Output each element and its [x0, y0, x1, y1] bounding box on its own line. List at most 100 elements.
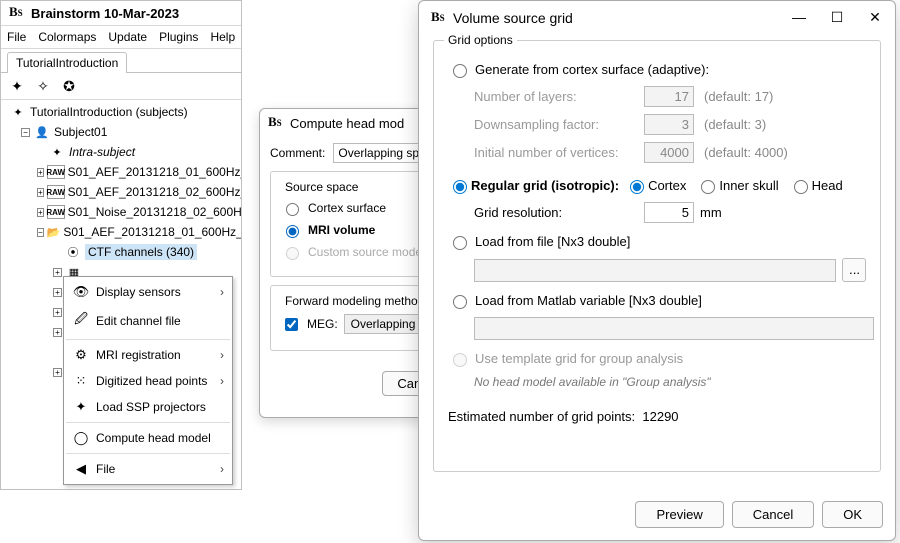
collapse-icon[interactable]: − — [37, 228, 44, 237]
radio-mri-volume[interactable]: MRI volume — [281, 222, 437, 238]
brainstorm-logo-icon: BS — [431, 10, 447, 26]
tree-intra-subject[interactable]: ✦ Intra-subject — [7, 142, 241, 162]
vsg-titlebar: BS Volume source grid — ☐ ✕ — [419, 1, 895, 30]
tree-dataset[interactable]: + RAW S01_AEF_20131218_01_600Hz_n — [7, 162, 241, 182]
radio-use-template[interactable]: Use template grid for group analysis — [448, 350, 866, 367]
radio-cortex-surface[interactable]: Cortex surface — [281, 200, 437, 216]
folder-open-icon: 📂 — [47, 225, 61, 239]
brainstorm-logo-icon: BS — [9, 5, 25, 21]
tree-subject[interactable]: − 👤 Subject01 — [7, 122, 241, 142]
template-note: No head model available in "Group analys… — [474, 375, 866, 389]
file-path-input[interactable] — [474, 259, 836, 282]
matlab-var-input[interactable] — [474, 317, 874, 340]
brainstorm-logo-icon: BS — [268, 115, 284, 131]
initvert-label: Initial number of vertices: — [474, 145, 644, 160]
tree-root[interactable]: ✦ TutorialIntroduction (subjects) — [7, 102, 241, 122]
toolbar-sort-icon[interactable]: ✦ — [7, 77, 27, 95]
tree-dataset-open[interactable]: − 📂 S01_AEF_20131218_01_600Hz_n — [7, 222, 241, 242]
subject-icon: 👤 — [33, 125, 51, 139]
radio-regular-grid[interactable]: Regular grid (isotropic): — [448, 177, 619, 194]
tree-dataset[interactable]: + RAW S01_Noise_20131218_02_600Hz — [7, 202, 241, 222]
radio-tissue-inner[interactable]: Inner skull — [696, 177, 778, 194]
ctx-edit-channel[interactable]: 🖉 Edit channel file — [66, 305, 230, 337]
ctx-digitized-points[interactable]: ⁙ Digitized head points › — [66, 368, 230, 394]
ds-label: Downsampling factor: — [474, 117, 644, 132]
edit-icon: 🖉 — [72, 310, 90, 332]
close-icon[interactable]: ✕ — [865, 9, 885, 26]
initvert-default: (default: 4000) — [704, 145, 788, 160]
protocol-icon: ✦ — [9, 105, 27, 119]
main-titlebar: BS Brainstorm 10-Mar-2023 — [1, 1, 241, 26]
ctx-file[interactable]: ◀ File › — [66, 456, 230, 482]
gear-icon: ⚙ — [72, 347, 90, 363]
tab-protocol[interactable]: TutorialIntroduction — [7, 52, 127, 73]
expand-icon[interactable]: + — [53, 368, 62, 377]
ds-default: (default: 3) — [704, 117, 766, 132]
menu-file[interactable]: File — [7, 30, 26, 44]
toolbar: ✦ ✧ ✪ — [1, 73, 241, 100]
tree-channels[interactable]: ⦿ CTF channels (340) — [7, 242, 241, 262]
eye-icon: 👁 — [72, 284, 90, 300]
layers-default: (default: 17) — [704, 89, 773, 104]
raw-icon: RAW — [47, 185, 65, 199]
channels-icon: ⦿ — [64, 245, 82, 259]
initvert-input[interactable] — [644, 142, 694, 163]
file-arrow-icon: ◀ — [72, 461, 90, 477]
radio-tissue-head[interactable]: Head — [789, 177, 843, 194]
comment-label: Comment: — [270, 146, 325, 160]
expand-icon[interactable]: + — [53, 328, 62, 337]
radio-load-file[interactable]: Load from file [Nx3 double] — [448, 233, 866, 250]
ds-input[interactable] — [644, 114, 694, 135]
radio-load-matlab[interactable]: Load from Matlab variable [Nx3 double] — [448, 292, 866, 309]
separator — [66, 422, 230, 423]
maximize-icon[interactable]: ☐ — [827, 9, 847, 26]
submenu-arrow-icon: › — [220, 462, 224, 476]
expand-icon[interactable]: + — [53, 268, 62, 277]
cancel-button[interactable]: Cancel — [732, 501, 814, 528]
collapse-icon[interactable]: − — [21, 128, 30, 137]
menu-colormaps[interactable]: Colormaps — [38, 30, 96, 44]
ctx-display-sensors[interactable]: 👁 Display sensors › — [66, 279, 230, 305]
ssp-icon: ✦ — [72, 399, 90, 415]
expand-icon[interactable]: + — [53, 288, 62, 297]
radio-tissue-cortex[interactable]: Cortex — [625, 177, 686, 194]
ctx-mri-registration[interactable]: ⚙ MRI registration › — [66, 342, 230, 368]
ctx-compute-head-model[interactable]: ◯ Compute head model — [66, 425, 230, 451]
expand-icon[interactable]: + — [53, 308, 62, 317]
ok-button[interactable]: OK — [822, 501, 883, 528]
separator — [66, 453, 230, 454]
expand-icon[interactable]: + — [37, 168, 44, 177]
head-icon: ◯ — [72, 430, 90, 446]
submenu-arrow-icon: › — [220, 348, 224, 362]
main-menubar: File Colormaps Update Plugins Help — [1, 26, 241, 49]
tree-dataset[interactable]: + RAW S01_AEF_20131218_02_600Hz_n — [7, 182, 241, 202]
volume-source-grid-dialog: BS Volume source grid — ☐ ✕ Grid options… — [418, 0, 896, 541]
menu-help[interactable]: Help — [210, 30, 235, 44]
submenu-arrow-icon: › — [220, 285, 224, 299]
resolution-label: Grid resolution: — [474, 205, 644, 220]
expand-icon[interactable]: + — [37, 208, 44, 217]
ctx-load-ssp[interactable]: ✦ Load SSP projectors — [66, 394, 230, 420]
row-regular-grid: Regular grid (isotropic): Cortex Inner s… — [448, 177, 866, 194]
estimated-row: Estimated number of grid points: 12290 — [448, 409, 866, 424]
layers-label: Number of layers: — [474, 89, 644, 104]
toolbar-search-icon[interactable]: ✪ — [59, 77, 79, 95]
minimize-icon[interactable]: — — [789, 9, 809, 26]
menu-plugins[interactable]: Plugins — [159, 30, 198, 44]
channels-context-menu: 👁 Display sensors › 🖉 Edit channel file … — [63, 276, 233, 485]
browse-file-button[interactable]: ... — [842, 258, 866, 282]
meg-checkbox[interactable] — [285, 318, 298, 331]
expand-icon[interactable]: + — [37, 188, 44, 197]
radio-custom-source[interactable]: Custom source model — [281, 244, 437, 260]
meg-label: MEG: — [307, 317, 338, 331]
toolbar-filter-icon[interactable]: ✧ — [33, 77, 53, 95]
resolution-input[interactable] — [644, 202, 694, 223]
menu-update[interactable]: Update — [108, 30, 147, 44]
layers-input[interactable] — [644, 86, 694, 107]
separator — [66, 339, 230, 340]
preview-button[interactable]: Preview — [635, 501, 723, 528]
resolution-unit: mm — [700, 205, 722, 220]
intra-icon: ✦ — [48, 145, 66, 159]
raw-icon: RAW — [47, 205, 65, 219]
radio-generate-cortex[interactable]: Generate from cortex surface (adaptive): — [448, 61, 866, 78]
